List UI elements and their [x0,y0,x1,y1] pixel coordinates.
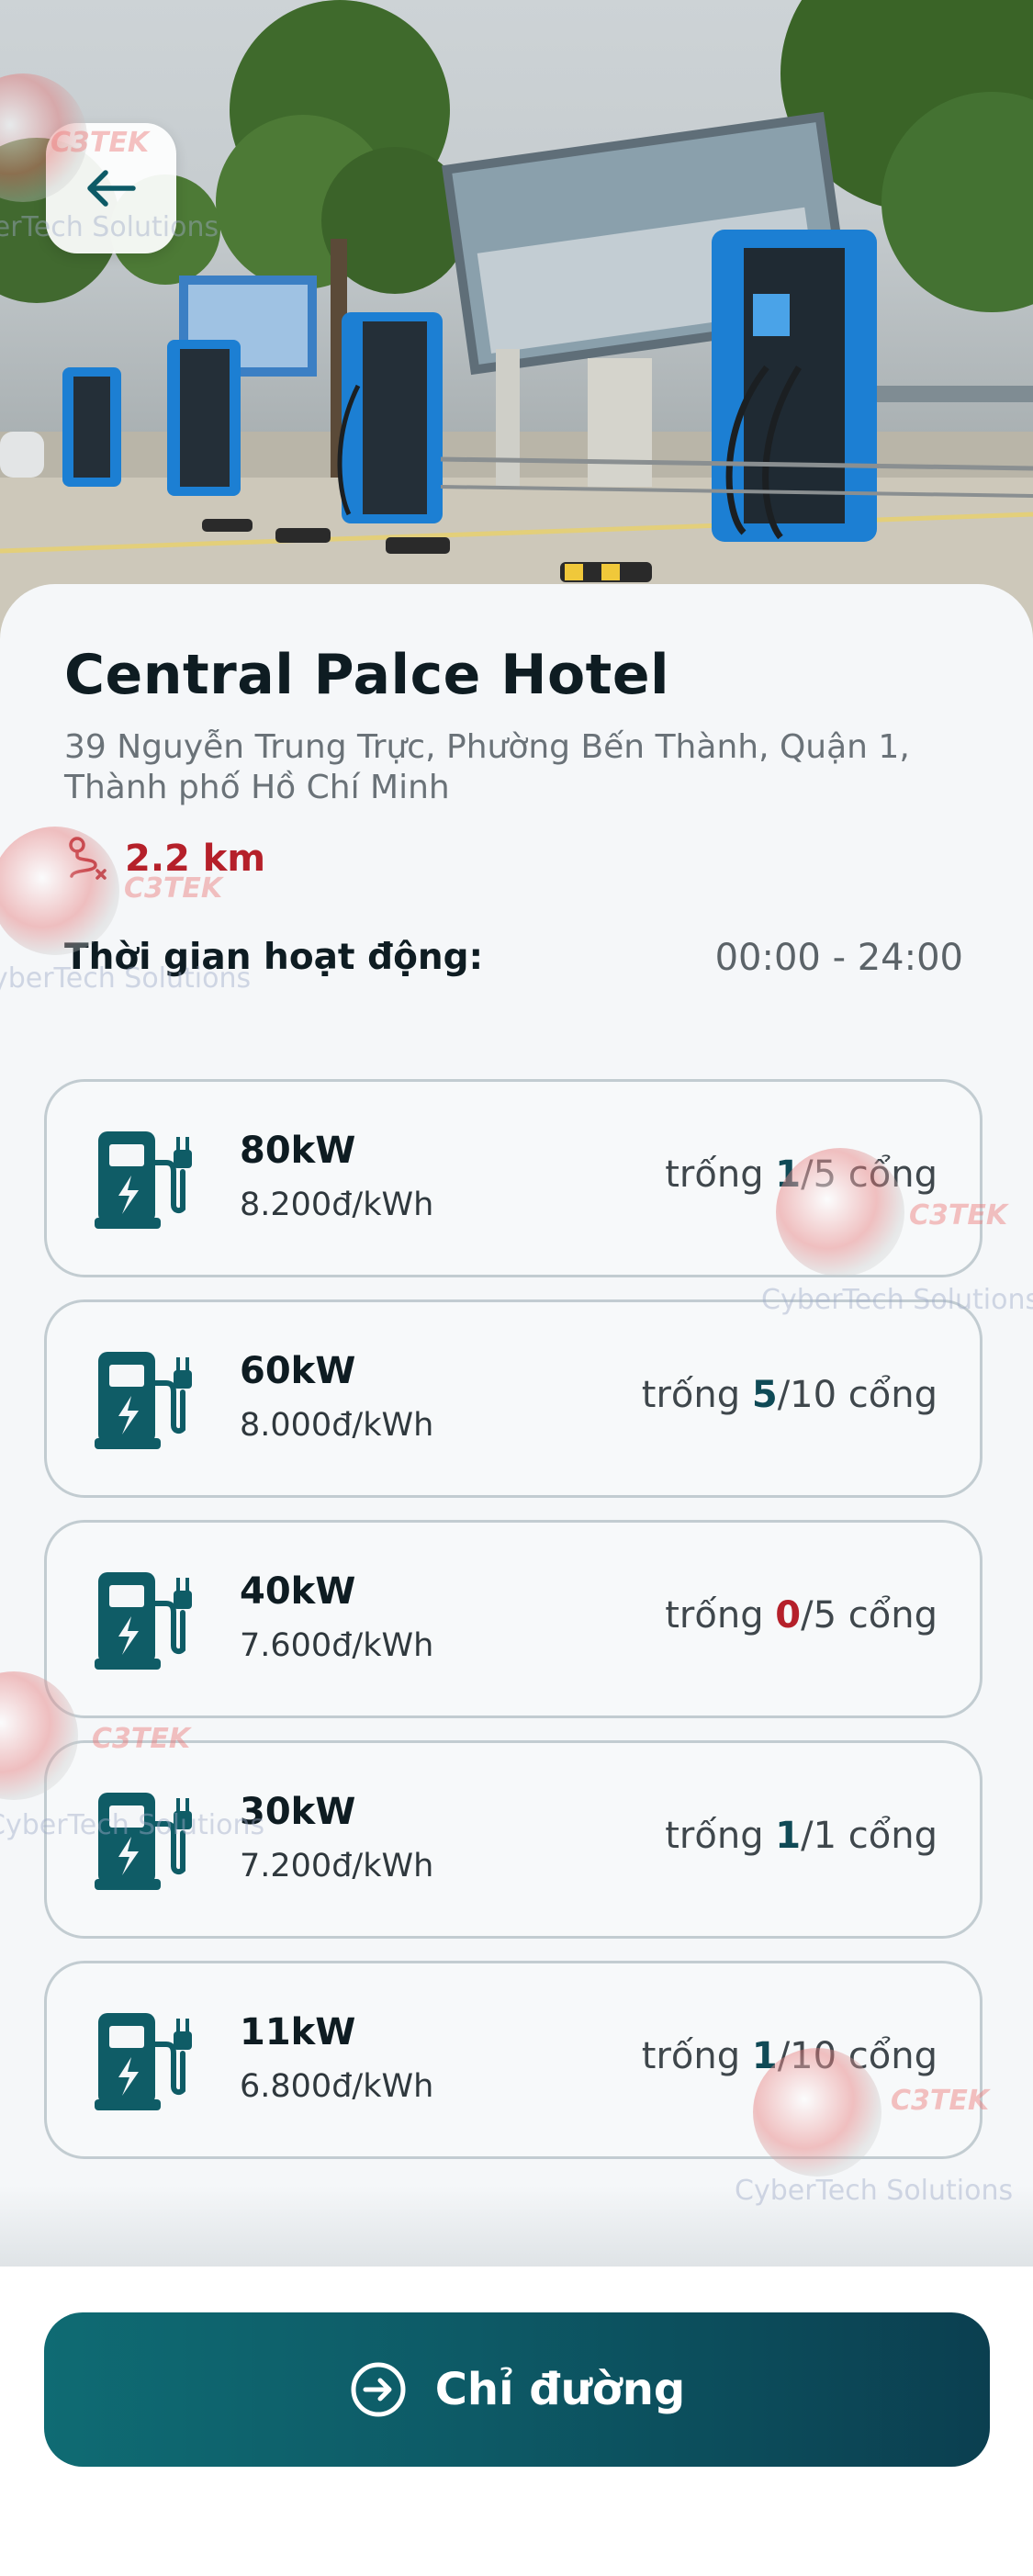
charger-card[interactable]: 30kW 7.200đ/kWh trống 1/1 cổng [44,1740,982,1939]
charger-power: 80kW [240,1130,356,1172]
ev-charger-icon [95,1131,192,1229]
available-count: 5 [751,1374,778,1416]
charger-power: 11kW [240,2011,356,2053]
charger-price: 8.200đ/kWh [240,1187,434,1223]
ev-charger-icon [95,1793,192,1890]
bottom-fade [0,2186,1033,2268]
charger-availability: trống 1/1 cổng [665,1815,938,1857]
charger-price: 8.000đ/kWh [240,1407,434,1444]
ev-charger-icon [95,2013,192,2110]
directions-button[interactable]: Chỉ đường [44,2312,990,2467]
back-button[interactable] [46,123,176,253]
charger-availability: trống 5/10 cổng [641,1374,938,1416]
available-count: 0 [775,1594,802,1637]
charger-availability: trống 0/5 cổng [665,1594,938,1637]
charger-card[interactable]: 80kW 8.200đ/kWh trống 1/5 cổng [44,1079,982,1277]
arrow-right-circle-icon [351,2362,406,2417]
available-count: 1 [775,1815,802,1857]
distance-value: 2.2 km [125,838,266,880]
charger-price: 7.600đ/kWh [240,1627,434,1664]
charger-card[interactable]: 40kW 7.600đ/kWh trống 0/5 cổng [44,1520,982,1718]
directions-label: Chỉ đường [434,2364,686,2415]
route-icon [69,837,107,880]
charger-card[interactable]: 11kW 6.800đ/kWh trống 1/10 cổng [44,1961,982,2159]
ev-charger-icon [95,1572,192,1670]
charger-power: 40kW [240,1570,356,1613]
station-address: 39 Nguyễn Trung Trực, Phường Bến Thành, … [64,728,910,806]
charger-price: 7.200đ/kWh [240,1848,434,1884]
charger-power: 60kW [240,1350,356,1392]
charger-availability: trống 1/10 cổng [641,2035,938,2077]
available-count: 1 [751,2035,778,2077]
ev-charger-icon [95,1352,192,1449]
station-name: Central Palce Hotel [64,643,670,707]
operating-hours-value: 00:00 - 24:00 [714,937,963,979]
charger-power: 30kW [240,1791,356,1833]
charger-card[interactable]: 60kW 8.000đ/kWh trống 5/10 cổng [44,1299,982,1498]
charger-availability: trống 1/5 cổng [665,1153,938,1196]
available-count: 1 [775,1153,802,1196]
distance-row: 2.2 km [64,836,265,882]
operating-hours-label: Thời gian hoạt động: [64,937,484,978]
arrow-left-icon [87,170,136,207]
charger-price: 6.800đ/kWh [240,2068,434,2105]
